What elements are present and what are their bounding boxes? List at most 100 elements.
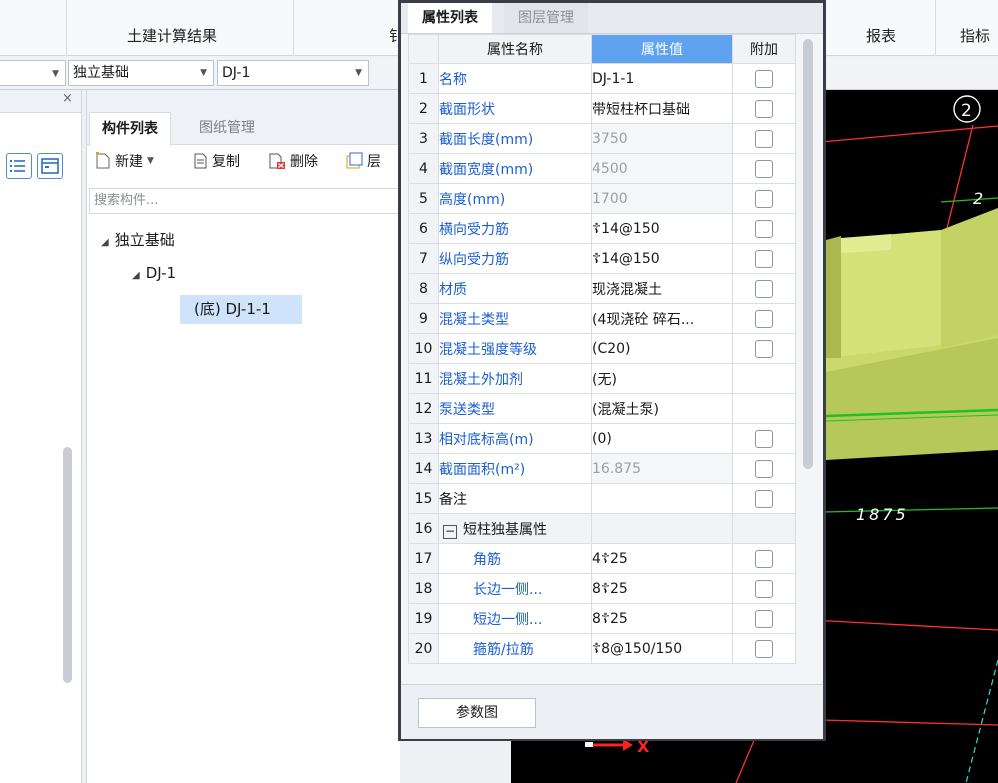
- property-row[interactable]: 12 泵送类型 (混凝土泵): [408, 393, 796, 424]
- panel-view-icon[interactable]: [37, 153, 63, 179]
- tree-root[interactable]: ◢ 独立基础: [101, 229, 175, 250]
- property-row[interactable]: 9 混凝土类型 (4现浇砼 碎石...: [408, 303, 796, 334]
- property-value[interactable]: [591, 483, 733, 514]
- property-row[interactable]: 13 相对底标高(m) (0): [408, 423, 796, 454]
- property-value[interactable]: (4现浇砼 碎石...: [591, 303, 733, 334]
- column-value: 属性值: [591, 34, 733, 64]
- tab-component-list[interactable]: 构件列表: [89, 112, 171, 146]
- property-value[interactable]: 1700: [591, 183, 733, 214]
- property-row[interactable]: 15 备注: [408, 483, 796, 514]
- row-index: 7: [408, 243, 439, 274]
- property-value[interactable]: ☦14@150: [591, 243, 733, 274]
- row-index: 13: [408, 423, 439, 454]
- property-value[interactable]: 4500: [591, 153, 733, 184]
- extra-checkbox[interactable]: [755, 279, 773, 298]
- property-value[interactable]: 现浇混凝土: [591, 273, 733, 304]
- search-input[interactable]: 搜索构件...: [89, 188, 401, 214]
- property-value[interactable]: 3750: [591, 123, 733, 154]
- new-button[interactable]: 新建 ▼: [95, 151, 154, 171]
- tab-drawing-management[interactable]: 图纸管理: [187, 112, 267, 144]
- extra-checkbox[interactable]: [755, 609, 773, 628]
- chevron-down-icon[interactable]: ▼: [147, 156, 154, 166]
- property-row[interactable]: 7 纵向受力筋 ☦14@150: [408, 243, 796, 274]
- extra-checkbox[interactable]: [755, 249, 773, 268]
- tab-property-list[interactable]: 属性列表: [408, 3, 492, 33]
- parameter-diagram-button[interactable]: 参数图: [418, 698, 536, 728]
- property-row[interactable]: 20 箍筋/拉筋 ☦8@150/150: [408, 633, 796, 664]
- tab-layer-management[interactable]: 图层管理: [504, 3, 588, 33]
- extra-checkbox[interactable]: [755, 459, 773, 478]
- extra-checkbox[interactable]: [755, 99, 773, 118]
- extra-checkbox[interactable]: [755, 429, 773, 448]
- tree-root-label: 独立基础: [114, 231, 175, 249]
- property-row[interactable]: 11 混凝土外加剂 (无): [408, 363, 796, 394]
- delete-button[interactable]: 删除: [268, 151, 318, 171]
- properties-tabs: 属性列表 图层管理: [401, 3, 823, 34]
- property-value[interactable]: 带短柱杯口基础: [591, 93, 733, 124]
- dimension-bottom-label: 1875: [856, 505, 909, 524]
- property-value[interactable]: ☦8@150/150: [591, 633, 733, 664]
- property-row[interactable]: 4 截面宽度(mm) 4500: [408, 153, 796, 184]
- type-select[interactable]: 独立基础 ▼: [68, 60, 214, 86]
- property-value[interactable]: (0): [591, 423, 733, 454]
- extra-checkbox[interactable]: [755, 219, 773, 238]
- property-row[interactable]: 5 高度(mm) 1700: [408, 183, 796, 214]
- copy-button[interactable]: 复制: [192, 151, 240, 171]
- column-name: 属性名称: [438, 34, 592, 64]
- extra-checkbox[interactable]: [755, 129, 773, 148]
- property-row[interactable]: 2 截面形状 带短柱杯口基础: [408, 93, 796, 124]
- property-row[interactable]: 1 名称 DJ-1-1: [408, 63, 796, 94]
- tree-leaf-selected[interactable]: (底) DJ-1-1: [180, 295, 302, 324]
- tab-report[interactable]: 报表: [866, 25, 896, 46]
- extra-checkbox[interactable]: [755, 159, 773, 178]
- layer-button[interactable]: 层: [345, 151, 381, 171]
- list-view-icon[interactable]: [6, 153, 32, 179]
- extra-cell: [732, 393, 796, 424]
- row-index: 12: [408, 393, 439, 424]
- scrollbar[interactable]: [803, 39, 813, 469]
- collapse-icon[interactable]: ◢: [101, 237, 109, 248]
- extra-checkbox[interactable]: [755, 549, 773, 568]
- extra-checkbox[interactable]: [755, 579, 773, 598]
- property-value[interactable]: 8☦25: [591, 573, 733, 604]
- extra-checkbox[interactable]: [755, 309, 773, 328]
- property-row[interactable]: 19 短边一侧... 8☦25: [408, 603, 796, 634]
- close-icon[interactable]: ×: [62, 91, 73, 106]
- property-row[interactable]: 8 材质 现浇混凝土: [408, 273, 796, 304]
- collapse-icon[interactable]: ◢: [132, 270, 140, 281]
- tab-index-partial[interactable]: 指标: [960, 25, 990, 46]
- property-row[interactable]: 16− 短柱独基属性: [408, 513, 796, 544]
- extra-cell: [732, 243, 796, 274]
- property-value[interactable]: ☦14@150: [591, 213, 733, 244]
- property-value[interactable]: 8☦25: [591, 603, 733, 634]
- property-row[interactable]: 17 角筋 4☦25: [408, 543, 796, 574]
- scrollbar[interactable]: [63, 447, 72, 683]
- property-value[interactable]: (无): [591, 363, 733, 394]
- extra-checkbox[interactable]: [755, 339, 773, 358]
- chevron-down-icon: ▼: [355, 68, 362, 78]
- property-value[interactable]: (C20): [591, 333, 733, 364]
- extra-checkbox[interactable]: [755, 639, 773, 658]
- property-name: 角筋: [438, 543, 592, 574]
- extra-checkbox[interactable]: [755, 489, 773, 508]
- row-index: 6: [408, 213, 439, 244]
- property-value[interactable]: 4☦25: [591, 543, 733, 574]
- property-row[interactable]: 14 截面面积(m²) 16.875: [408, 453, 796, 484]
- property-value[interactable]: (混凝土泵): [591, 393, 733, 424]
- property-value[interactable]: DJ-1-1: [591, 63, 733, 94]
- floor-select[interactable]: ▼: [0, 60, 66, 86]
- property-value[interactable]: 16.875: [591, 453, 733, 484]
- property-row[interactable]: 3 截面长度(mm) 3750: [408, 123, 796, 154]
- extra-cell: [732, 543, 796, 574]
- tab-calc-results[interactable]: 土建计算结果: [127, 25, 217, 46]
- name-select[interactable]: DJ-1 ▼: [217, 60, 369, 86]
- tree-child[interactable]: ◢ DJ-1: [132, 264, 176, 282]
- property-row[interactable]: 10 混凝土强度等级 (C20): [408, 333, 796, 364]
- property-row[interactable]: 6 横向受力筋 ☦14@150: [408, 213, 796, 244]
- collapse-icon[interactable]: −: [443, 524, 457, 539]
- layer-button-label: 层: [367, 154, 381, 170]
- property-value[interactable]: [591, 513, 733, 544]
- extra-checkbox[interactable]: [755, 69, 773, 88]
- extra-checkbox[interactable]: [755, 189, 773, 208]
- property-row[interactable]: 18 长边一侧... 8☦25: [408, 573, 796, 604]
